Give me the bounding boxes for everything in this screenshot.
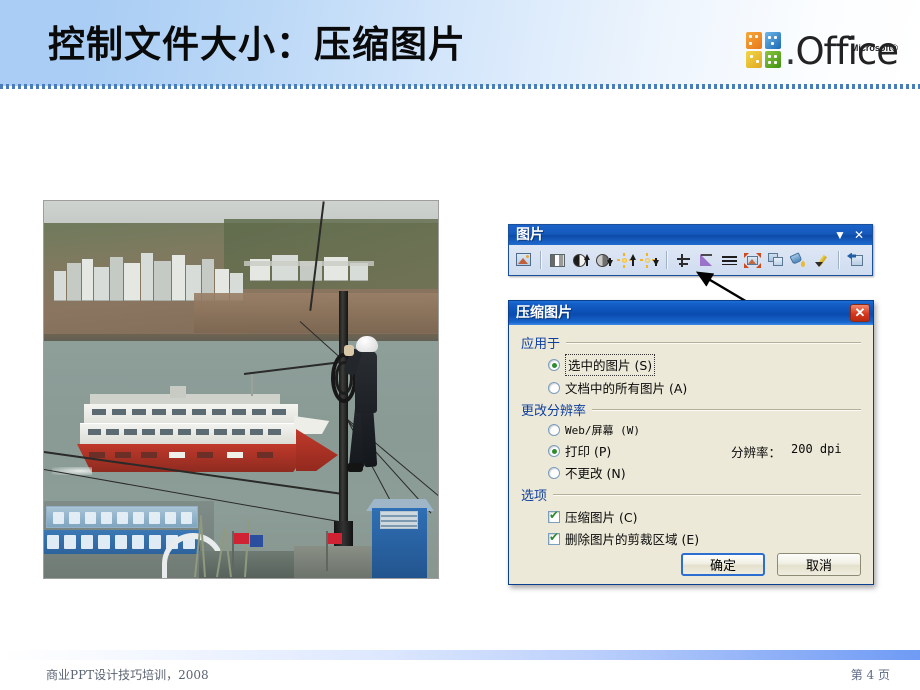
slide-canvas: 控制文件大小：压缩图片 (0, 0, 920, 690)
group-change-resolution-label: 更改分辨率 (521, 400, 586, 419)
checkbox-icon (548, 533, 560, 545)
reset-picture-button[interactable] (845, 250, 866, 271)
radio-print[interactable]: 打印 (P) 分辨率： 200 dpi (548, 441, 861, 460)
format-picture-button[interactable] (788, 250, 809, 271)
radio-button-icon (548, 445, 560, 457)
microsoft-trademark: Microsoft® (851, 30, 898, 66)
radio-button-icon (548, 359, 560, 371)
radio-button-icon (548, 382, 560, 394)
page-number: 第 4 页 (851, 666, 890, 683)
radio-print-label: 打印 (P) (565, 441, 611, 460)
more-contrast-button[interactable] (570, 250, 591, 271)
checkbox-icon (548, 511, 560, 523)
compress-pictures-icon (744, 253, 761, 268)
group-divider (553, 494, 861, 495)
checkbox-compress-pictures-label: 压缩图片 (C) (565, 507, 637, 526)
photo-sign-top (46, 506, 198, 528)
color-mode-button[interactable] (547, 250, 568, 271)
radio-selected-pictures-label: 选中的图片 (S) (568, 358, 652, 373)
toolbar-title: 图片 (516, 225, 830, 245)
toolbar-separator (666, 251, 667, 269)
set-transparent-color-button[interactable] (811, 250, 832, 271)
radio-button-icon (548, 424, 560, 436)
insert-picture-icon (516, 253, 531, 266)
more-brightness-button[interactable] (616, 250, 637, 271)
dialog-title: 压缩图片 (516, 301, 850, 325)
radio-web-screen-label: Web/屏幕 (W) (565, 422, 640, 438)
cancel-button[interactable]: 取消 (777, 553, 861, 576)
office-logo-tiles (745, 30, 783, 70)
compress-pictures-dialog: 压缩图片 ✕ 应用于 选中的图片 (S) 文档中的所有图片 (A) (508, 300, 874, 585)
radio-all-pictures-label: 文档中的所有图片 (A) (565, 378, 687, 397)
insert-picture-button[interactable] (513, 250, 534, 271)
office-logo-wordmark: .Office Microsoft® (785, 34, 898, 70)
radio-all-pictures[interactable]: 文档中的所有图片 (A) (548, 378, 861, 397)
logo-tile-green (765, 51, 781, 68)
toolbar-separator (838, 251, 839, 269)
logo-tile-orange (746, 32, 762, 49)
arrow-up-icon (630, 254, 636, 260)
header-divider (0, 84, 920, 89)
radio-web-screen[interactable]: Web/屏幕 (W) (548, 422, 861, 438)
resolution-label: 分辨率： (731, 442, 781, 461)
group-divider (592, 409, 861, 410)
close-icon[interactable]: ✕ (850, 304, 870, 322)
radio-no-change-label: 不更改 (N) (565, 463, 626, 482)
arrow-down-icon (607, 260, 613, 266)
format-picture-icon (791, 253, 806, 267)
resolution-value: 200 dpi (791, 442, 842, 456)
office-logo: .Office Microsoft® (745, 24, 898, 70)
sun-bright-icon (619, 255, 630, 266)
arrow-up-icon (584, 254, 590, 260)
footer-divider (0, 650, 920, 660)
toolbar-separator (540, 251, 541, 269)
toolbar-titlebar[interactable]: 图片 ▼ ✕ (509, 225, 872, 245)
checkbox-delete-cropped-areas[interactable]: 删除图片的剪裁区域 (E) (548, 529, 861, 548)
group-apply-to-label: 应用于 (521, 333, 560, 352)
rotate-left-icon (700, 254, 712, 266)
checkbox-delete-cropped-areas-label: 删除图片的剪裁区域 (E) (565, 529, 699, 548)
dialog-body: 应用于 选中的图片 (S) 文档中的所有图片 (A) 更改分辨率 (509, 325, 873, 584)
line-style-icon (722, 256, 737, 265)
arrow-down-icon (653, 260, 659, 266)
group-options-label: 选项 (521, 485, 547, 504)
page-title: 控制文件大小：压缩图片 (48, 14, 466, 68)
less-contrast-button[interactable] (593, 250, 614, 271)
logo-tile-yellow (746, 51, 762, 68)
footer-left-text: 商业PPT设计技巧培训，2008 (46, 666, 209, 683)
logo-tile-blue (765, 32, 781, 49)
radio-selected-pictures[interactable]: 选中的图片 (S) (548, 355, 861, 375)
reset-picture-icon (847, 253, 863, 267)
group-divider (566, 342, 861, 343)
group-change-resolution: 更改分辨率 Web/屏幕 (W) 打印 (P) 分辨率： 200 dpi 不更改… (521, 400, 861, 482)
dialog-titlebar[interactable]: 压缩图片 ✕ (509, 301, 873, 325)
chevron-down-icon[interactable]: ▼ (830, 225, 850, 245)
sun-dim-icon (642, 255, 653, 266)
radio-no-change[interactable]: 不更改 (N) (548, 463, 861, 482)
set-transparent-color-icon (815, 253, 828, 267)
slide-photo (43, 200, 439, 579)
recolor-picture-icon (768, 253, 783, 267)
color-mode-icon (550, 254, 565, 267)
slide-header: 控制文件大小：压缩图片 (0, 0, 920, 86)
crop-icon (677, 254, 690, 267)
close-icon[interactable]: ✕ (850, 225, 868, 245)
radio-button-icon (548, 467, 560, 479)
less-brightness-button[interactable] (639, 250, 660, 271)
group-options: 选项 压缩图片 (C) 删除图片的剪裁区域 (E) (521, 485, 861, 548)
dialog-button-bar: 确定 取消 (681, 553, 861, 576)
checkbox-compress-pictures[interactable]: 压缩图片 (C) (548, 507, 861, 526)
ok-button[interactable]: 确定 (681, 553, 765, 576)
group-apply-to: 应用于 选中的图片 (S) 文档中的所有图片 (A) (521, 333, 861, 397)
